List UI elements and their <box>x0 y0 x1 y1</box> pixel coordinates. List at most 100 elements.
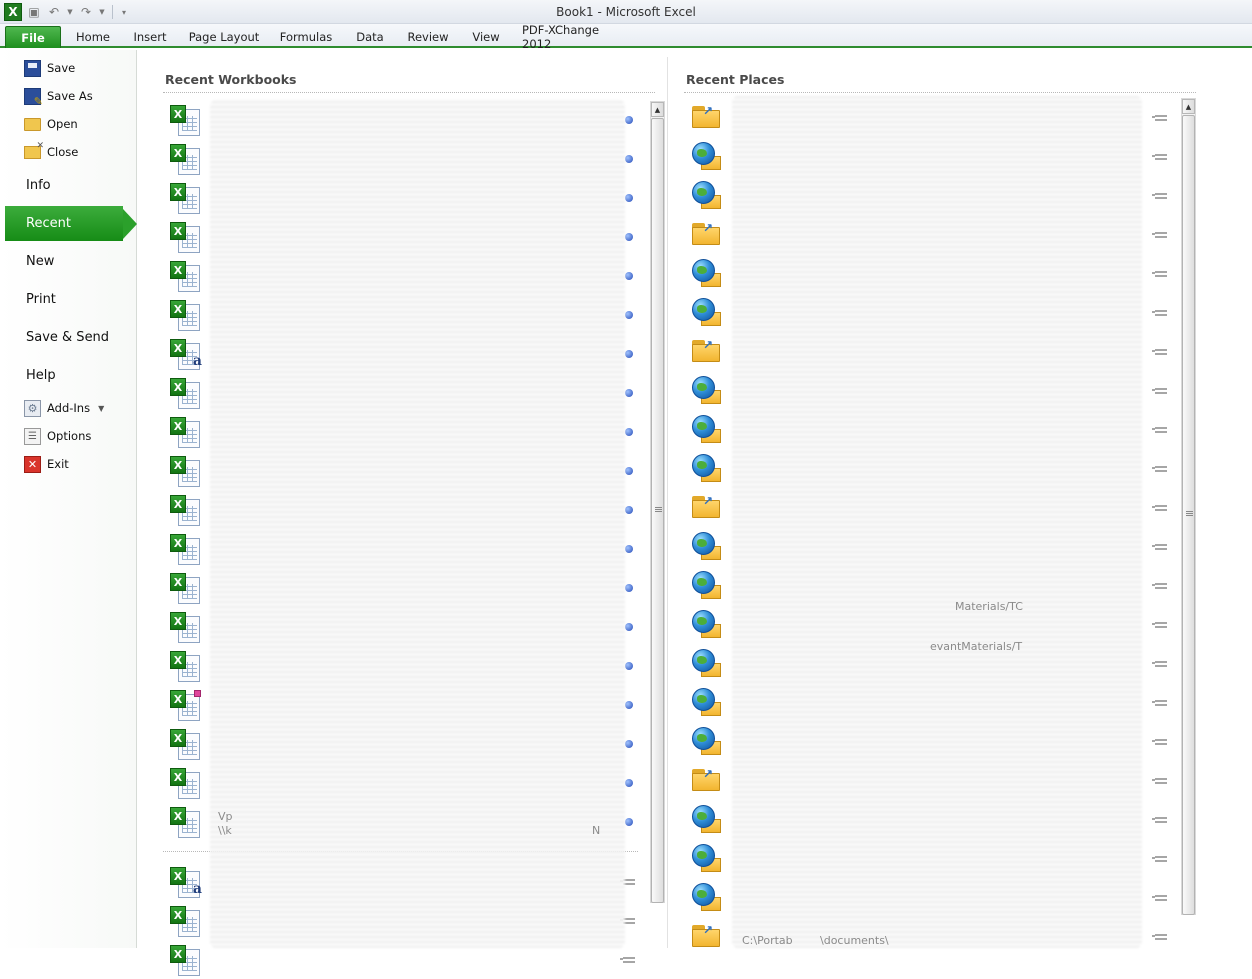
pinned-icon[interactable] <box>625 428 633 436</box>
pinned-icon[interactable] <box>625 662 633 670</box>
pin-icon[interactable] <box>1152 856 1167 862</box>
pinned-icon[interactable] <box>625 584 633 592</box>
excel-file-icon: X <box>170 144 200 175</box>
menu-close[interactable]: Close <box>24 141 78 163</box>
excel-file-icon: X <box>170 651 200 682</box>
pin-icon[interactable] <box>1152 934 1167 940</box>
tab-pdf-xchange[interactable]: PDF-XChange 2012 <box>522 23 630 51</box>
menu-label: Open <box>47 117 78 131</box>
tab-insert[interactable]: Insert <box>128 26 172 48</box>
network-folder-icon <box>692 649 722 679</box>
menu-options[interactable]: ☰ Options <box>24 425 91 447</box>
pin-icon[interactable] <box>1152 895 1167 901</box>
network-folder-icon <box>692 688 722 718</box>
pinned-icon[interactable] <box>625 467 633 475</box>
pinned-icon[interactable] <box>625 116 633 124</box>
scrollbar-thumb[interactable] <box>1182 115 1195 915</box>
tab-home[interactable]: Home <box>70 26 116 48</box>
excel-file-icon: X <box>170 690 201 721</box>
pinned-icon[interactable] <box>625 311 633 319</box>
menu-label: Add-Ins <box>47 401 91 415</box>
tab-review[interactable]: Review <box>402 26 454 48</box>
pinned-icon[interactable] <box>625 155 633 163</box>
recent-workbooks-scrollbar[interactable]: ▲ <box>650 101 665 903</box>
pinned-icon[interactable] <box>625 194 633 202</box>
menu-exit[interactable]: ✕ Exit <box>24 453 69 475</box>
pin-icon[interactable] <box>1152 817 1167 823</box>
tab-file[interactable]: File <box>5 26 61 48</box>
scroll-up-icon[interactable]: ▲ <box>1182 99 1195 114</box>
pin-icon[interactable] <box>1152 349 1167 355</box>
pinned-icon[interactable] <box>625 350 633 358</box>
excel-file-icon: X <box>170 534 200 565</box>
network-folder-icon <box>692 571 722 601</box>
excel-file-icon: X <box>170 417 200 448</box>
options-icon: ☰ <box>24 427 41 445</box>
file-path-fragment: \\k <box>218 824 232 837</box>
recent-places-scrollbar[interactable]: ▲ <box>1181 98 1196 915</box>
folder-icon: ↗ <box>692 923 720 947</box>
menu-open[interactable]: Open <box>24 113 78 135</box>
menu-save[interactable]: Save <box>24 57 75 79</box>
pinned-icon[interactable] <box>625 740 633 748</box>
pinned-icon[interactable] <box>625 623 633 631</box>
pin-icon[interactable] <box>1152 544 1167 550</box>
pin-icon[interactable] <box>1152 739 1167 745</box>
pin-icon[interactable] <box>1152 232 1167 238</box>
pinned-icon[interactable] <box>625 545 633 553</box>
pinned-icon[interactable] <box>625 389 633 397</box>
pin-icon[interactable] <box>1152 115 1167 121</box>
pin-icon[interactable] <box>1152 271 1167 277</box>
pinned-icon[interactable] <box>625 701 633 709</box>
pin-icon[interactable] <box>1152 778 1167 784</box>
pin-icon[interactable] <box>1152 466 1167 472</box>
pinned-icon[interactable] <box>625 506 633 514</box>
pin-icon[interactable] <box>620 957 635 963</box>
menu-recent[interactable]: Recent <box>5 206 137 241</box>
pin-icon[interactable] <box>1152 505 1167 511</box>
folder-icon: ↗ <box>692 767 720 791</box>
network-folder-icon <box>692 532 722 562</box>
menu-info[interactable]: Info <box>26 171 51 199</box>
menu-help[interactable]: Help <box>26 361 56 389</box>
menu-new[interactable]: New <box>26 247 54 275</box>
grip-icon <box>1186 511 1193 516</box>
pin-icon[interactable] <box>1152 154 1167 160</box>
exit-icon: ✕ <box>24 455 41 473</box>
pin-icon[interactable] <box>1152 583 1167 589</box>
menu-print[interactable]: Print <box>26 285 56 313</box>
add-ins-icon: ⚙ <box>24 399 41 417</box>
tab-view[interactable]: View <box>466 26 506 48</box>
pin-icon[interactable] <box>1152 388 1167 394</box>
pinned-icon[interactable] <box>625 779 633 787</box>
pinned-icon[interactable] <box>625 272 633 280</box>
network-folder-icon <box>692 142 722 172</box>
pin-icon[interactable] <box>1152 427 1167 433</box>
menu-save-as[interactable]: Save As <box>24 85 93 108</box>
tab-data[interactable]: Data <box>350 26 390 48</box>
menu-save-and-send[interactable]: Save & Send <box>26 323 109 351</box>
excel-file-icon: X <box>170 456 200 487</box>
scrollbar-thumb[interactable] <box>651 118 664 903</box>
network-folder-icon <box>692 844 722 874</box>
tab-formulas[interactable]: Formulas <box>276 26 336 48</box>
menu-add-ins[interactable]: ⚙ Add-Ins ▼ <box>24 397 104 419</box>
pin-icon[interactable] <box>1152 310 1167 316</box>
pinned-icon[interactable] <box>625 233 633 241</box>
pinned-icon[interactable] <box>625 818 633 826</box>
pin-icon[interactable] <box>1152 193 1167 199</box>
menu-label: Exit <box>47 457 69 471</box>
network-folder-icon <box>692 883 722 913</box>
excel-file-icon: X <box>170 612 200 643</box>
place-path-fragment: \documents\ <box>820 934 889 947</box>
pin-icon[interactable] <box>1152 661 1167 667</box>
network-folder-icon <box>692 181 722 211</box>
pin-icon[interactable] <box>1152 622 1167 628</box>
scroll-up-icon[interactable]: ▲ <box>651 102 664 117</box>
menu-label: Options <box>47 429 92 443</box>
network-folder-icon <box>692 376 722 406</box>
pin-icon[interactable] <box>1152 700 1167 706</box>
tab-page-layout[interactable]: Page Layout <box>186 26 262 48</box>
excel-file-icon: Xa <box>170 339 202 370</box>
excel-file-icon: X <box>170 300 200 331</box>
